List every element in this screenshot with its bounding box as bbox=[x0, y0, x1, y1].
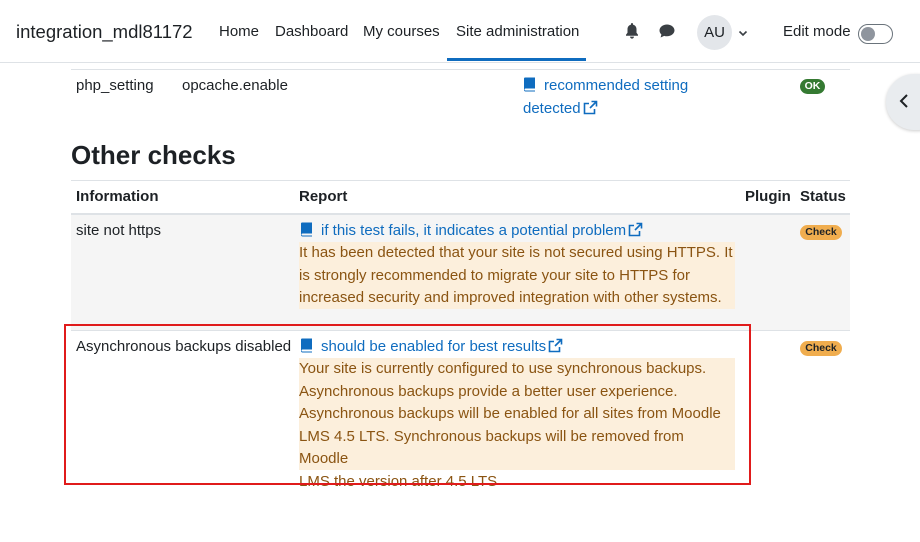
nav-dashboard[interactable]: Dashboard bbox=[275, 23, 348, 40]
nav-my-courses[interactable]: My courses bbox=[363, 23, 440, 40]
prev-row-report: recommended setting detected bbox=[523, 75, 723, 120]
header-status: Status bbox=[800, 188, 846, 205]
external-link-icon bbox=[628, 222, 643, 237]
status-badge-check: Check bbox=[800, 225, 842, 240]
section-title: Other checks bbox=[71, 140, 236, 170]
row-1-report: if this test fails, it indicates a poten… bbox=[300, 220, 740, 243]
external-link-icon bbox=[583, 100, 597, 114]
status-badge-check: Check bbox=[800, 341, 842, 356]
row-1-info: site not https bbox=[76, 222, 162, 239]
chat-icon[interactable] bbox=[658, 22, 676, 40]
table-rule bbox=[71, 69, 850, 70]
https-warning-message: It has been detected that your site is n… bbox=[299, 242, 735, 309]
user-avatar[interactable]: AU bbox=[697, 15, 732, 50]
nav-active-indicator bbox=[447, 58, 586, 61]
chevron-left-icon bbox=[899, 94, 908, 108]
header-plugin: Plugin bbox=[745, 188, 791, 205]
edit-mode-toggle[interactable] bbox=[858, 24, 893, 44]
nav-site-administration[interactable]: Site administration bbox=[456, 23, 579, 40]
book-icon bbox=[301, 222, 312, 237]
bell-icon[interactable] bbox=[624, 22, 642, 40]
header-report: Report bbox=[299, 188, 348, 205]
chevron-down-icon[interactable] bbox=[737, 26, 749, 38]
header-information: Information bbox=[76, 188, 159, 205]
edit-mode-label: Edit mode bbox=[783, 23, 851, 40]
status-badge-ok: OK bbox=[800, 79, 825, 94]
highlight-box bbox=[64, 324, 751, 485]
site-brand[interactable]: integration_mdl81172 bbox=[16, 21, 193, 43]
https-check-link[interactable]: if this test fails, it indicates a poten… bbox=[321, 222, 626, 239]
table-rule bbox=[71, 180, 850, 181]
open-block-drawer-button[interactable] bbox=[886, 74, 920, 130]
book-icon bbox=[524, 77, 535, 92]
recommended-setting-link[interactable]: recommended setting detected bbox=[523, 77, 688, 117]
top-navbar: integration_mdl81172 Home Dashboard My c… bbox=[0, 0, 920, 63]
prev-row-info: php_setting bbox=[76, 77, 154, 94]
nav-home[interactable]: Home bbox=[219, 23, 259, 40]
prev-row-component: opcache.enable bbox=[182, 77, 288, 94]
